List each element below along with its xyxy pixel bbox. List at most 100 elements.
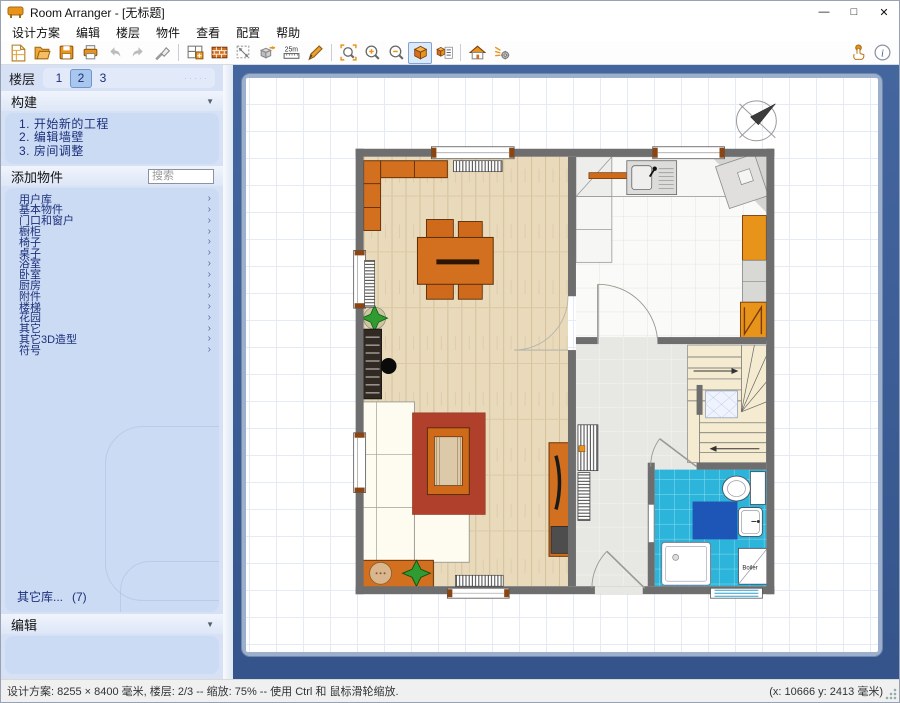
pointer-mode-button[interactable] xyxy=(846,42,870,64)
svg-text:i: i xyxy=(881,49,884,60)
redo-button[interactable] xyxy=(126,42,150,64)
open-folder-icon xyxy=(33,43,52,62)
canvas-area: Boiler xyxy=(223,65,899,679)
format-brush-button[interactable] xyxy=(150,42,174,64)
pencil-icon xyxy=(306,43,325,62)
brush-icon xyxy=(153,43,172,62)
open-button[interactable] xyxy=(30,42,54,64)
coffee-table[interactable] xyxy=(427,428,469,495)
categories-list: 用户库 › 基本物件 › 门口和窗户 › 橱柜 › xyxy=(19,193,211,355)
mdi-background: Boiler xyxy=(233,65,899,679)
scale-select-button[interactable] xyxy=(231,42,255,64)
minimize-button[interactable]: — xyxy=(809,1,839,23)
status-left-text: 设计方案: 8255 × 8400 毫米, 楼层: 2/3 -- 缩放: 75%… xyxy=(7,683,399,699)
help-info-button[interactable]: i xyxy=(870,42,894,64)
kitchen-cabinets-right[interactable] xyxy=(740,216,766,341)
side-table[interactable] xyxy=(363,560,434,587)
build-title: 构建 xyxy=(11,92,37,111)
chevron-right-icon: › xyxy=(208,323,211,334)
floor-button-3[interactable]: 3 xyxy=(93,70,113,87)
maximize-button[interactable]: □ xyxy=(839,1,869,23)
wall-button[interactable] xyxy=(207,42,231,64)
menu-item[interactable]: 配置 xyxy=(228,23,268,42)
object-list-button[interactable] xyxy=(432,42,456,64)
room-wizard-button[interactable] xyxy=(183,42,207,64)
floor-button-1[interactable]: 1 xyxy=(49,70,69,87)
room-arranger-window: { "window": { "title": "Room Arranger - … xyxy=(0,0,900,703)
category-item[interactable]: 楼梯 › xyxy=(19,301,211,312)
compass-icon[interactable] xyxy=(736,101,776,141)
category-item[interactable]: 其它3D造型 › xyxy=(19,334,211,345)
washbasin[interactable] xyxy=(738,508,762,537)
boiler[interactable]: Boiler xyxy=(738,548,767,584)
menu-item[interactable]: 查看 xyxy=(188,23,228,42)
category-item[interactable]: 门口和窗户 › xyxy=(19,215,211,226)
drawing-page[interactable]: Boiler xyxy=(246,78,878,652)
category-item[interactable]: 卧室 › xyxy=(19,269,211,280)
bookshelf[interactable] xyxy=(364,329,382,399)
watermark-shape xyxy=(120,561,219,612)
menu-item[interactable]: 物件 xyxy=(148,23,188,42)
more-libraries-link[interactable]: 其它库...(7) xyxy=(17,588,87,605)
close-button[interactable]: ✕ xyxy=(869,1,899,23)
print-button[interactable] xyxy=(78,42,102,64)
category-item[interactable]: 浴室 › xyxy=(19,258,211,269)
menu-item[interactable]: 编辑 xyxy=(68,23,108,42)
app-icon xyxy=(7,6,24,19)
floor-lamp[interactable] xyxy=(381,358,397,374)
svg-text:25m: 25m xyxy=(284,46,298,53)
floor-plan[interactable]: Boiler xyxy=(246,78,878,652)
measure-ruler-icon: 25m xyxy=(282,43,301,62)
edit-panel xyxy=(5,636,219,674)
category-item[interactable]: 花园 › xyxy=(19,312,211,323)
category-item[interactable]: 椅子 › xyxy=(19,236,211,247)
save-button[interactable] xyxy=(54,42,78,64)
category-item[interactable]: 厨房 › xyxy=(19,280,211,291)
chevron-right-icon: › xyxy=(208,269,211,280)
spray-gear-icon xyxy=(492,43,511,62)
build-section-header[interactable]: 构建 ▼ xyxy=(1,91,223,111)
menu-bar: 设计方案编辑楼层物件查看配置帮助 xyxy=(1,23,899,41)
undo-button[interactable] xyxy=(102,42,126,64)
view-3d-button[interactable] xyxy=(408,42,432,64)
redo-icon xyxy=(129,43,148,62)
chevron-down-icon[interactable]: ▼ xyxy=(206,97,214,106)
toolbar: 25m i xyxy=(1,41,899,65)
measure-button[interactable]: 25m xyxy=(279,42,303,64)
chevron-down-icon[interactable]: ▼ xyxy=(206,620,214,629)
edit-section-header[interactable]: 编辑 ▼ xyxy=(1,614,223,634)
chevron-right-icon: › xyxy=(208,236,211,247)
render-settings-button[interactable] xyxy=(489,42,513,64)
menu-item[interactable]: 帮助 xyxy=(268,23,308,42)
menu-item[interactable]: 楼层 xyxy=(108,23,148,42)
zoom-in-button[interactable] xyxy=(360,42,384,64)
hall-radiator[interactable] xyxy=(578,473,590,521)
move-object-button[interactable] xyxy=(255,42,279,64)
build-step-link[interactable]: 2. 编辑墙壁 xyxy=(19,131,213,144)
sidebar-splitter[interactable] xyxy=(223,65,233,679)
chevron-right-icon: › xyxy=(208,204,211,215)
show-walls-button[interactable] xyxy=(465,42,489,64)
resize-grip[interactable] xyxy=(885,688,897,700)
chevron-right-icon: › xyxy=(208,215,211,226)
chevron-right-icon: › xyxy=(208,333,211,344)
bath-mat[interactable] xyxy=(693,502,738,540)
zoom-out-button[interactable] xyxy=(384,42,408,64)
tv-cabinet[interactable] xyxy=(549,443,570,557)
chevron-right-icon: › xyxy=(208,301,211,312)
hall-bench[interactable] xyxy=(578,425,598,471)
category-item[interactable]: 桌子 › xyxy=(19,247,211,258)
hand-pointer-icon xyxy=(849,43,868,62)
toolbar-separator xyxy=(460,44,461,61)
search-input[interactable] xyxy=(148,169,214,184)
kitchen-sink[interactable] xyxy=(627,161,677,195)
shower-tray[interactable] xyxy=(662,542,711,585)
category-item[interactable]: 附件 › xyxy=(19,290,211,301)
build-step-link[interactable]: 3. 房间调整 xyxy=(19,145,213,158)
draw-button[interactable] xyxy=(303,42,327,64)
zoom-fit-button[interactable] xyxy=(336,42,360,64)
floor-button-2[interactable]: 2 xyxy=(71,70,91,87)
menu-item[interactable]: 设计方案 xyxy=(4,23,68,42)
new-button[interactable] xyxy=(6,42,30,64)
status-bar: 设计方案: 8255 × 8400 毫米, 楼层: 2/3 -- 缩放: 75%… xyxy=(1,679,899,702)
